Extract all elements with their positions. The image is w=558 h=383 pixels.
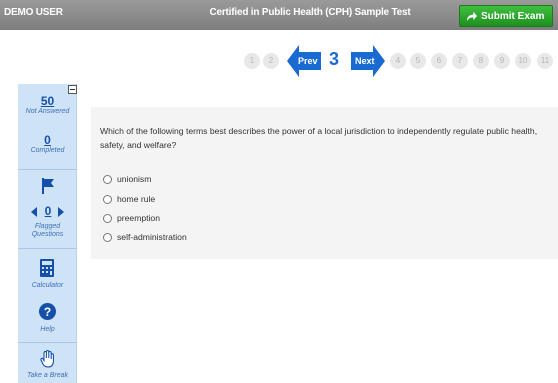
calculator-label-block: Calculator xyxy=(18,282,77,290)
questions-label: Questions xyxy=(31,231,64,238)
completed-count[interactable]: 0 xyxy=(18,133,77,147)
completed-block[interactable]: 0 Completed xyxy=(18,133,77,155)
page-8-button[interactable]: 8 xyxy=(473,53,489,69)
answer-option[interactable]: unionism xyxy=(103,173,151,185)
answer-option[interactable]: self-administration xyxy=(103,231,187,243)
radio-button[interactable] xyxy=(103,213,112,223)
answer-option-label: preemption xyxy=(117,213,160,223)
not-answered-label: Not Answered xyxy=(25,108,70,115)
answer-option[interactable]: home rule xyxy=(103,193,155,205)
page-4-button[interactable]: 4 xyxy=(390,53,406,69)
help-label-block: Help xyxy=(18,326,77,334)
next-button[interactable]: Next xyxy=(351,45,385,77)
radio-button[interactable] xyxy=(103,232,112,242)
answer-option-label: self-administration xyxy=(117,232,187,242)
page-11-button[interactable]: 11 xyxy=(537,53,553,69)
flag-icon[interactable] xyxy=(41,178,55,194)
flagged-label-block: Flagged Questions xyxy=(18,223,77,239)
previous-flagged-arrow-icon[interactable] xyxy=(31,207,37,217)
completed-label: Completed xyxy=(30,147,65,154)
not-answered-count[interactable]: 50 xyxy=(18,94,77,108)
radio-button[interactable] xyxy=(103,174,112,184)
page-7-button[interactable]: 7 xyxy=(452,53,468,69)
calculator-icon[interactable] xyxy=(40,259,54,277)
sidebar-divider xyxy=(18,169,77,170)
page-2-button[interactable]: 2 xyxy=(263,53,279,69)
radio-button[interactable] xyxy=(103,194,112,204)
page-9-button[interactable]: 9 xyxy=(494,53,510,69)
take-a-break-label: Take a Break xyxy=(27,372,68,379)
answer-option[interactable]: preemption xyxy=(103,212,160,224)
current-page-number: 3 xyxy=(328,49,339,69)
answer-option-label: home rule xyxy=(117,194,156,204)
not-answered-block[interactable]: 50 Not Answered xyxy=(18,94,77,116)
share-arrow-icon xyxy=(466,11,477,21)
collapse-sidebar-button[interactable] xyxy=(68,85,77,94)
sidebar-divider xyxy=(18,248,77,249)
next-flagged-arrow-icon[interactable] xyxy=(58,207,64,217)
top-bar: DEMO USER Certified in Public Health (CP… xyxy=(0,0,558,30)
prev-button[interactable]: Prev xyxy=(287,45,321,77)
answer-option-label: unionism xyxy=(117,174,152,184)
help-icon[interactable]: ? xyxy=(39,303,56,320)
question-pagination: 1 2 Prev 3 Next 4 5 6 7 8 9 10 11 xyxy=(0,44,558,80)
break-label-block: Take a Break xyxy=(18,372,77,380)
flagged-navigator: 0 xyxy=(18,204,77,219)
page-1-button[interactable]: 1 xyxy=(244,53,260,69)
svg-text:?: ? xyxy=(44,305,51,319)
calculator-label: Calculator xyxy=(31,282,64,289)
question-text: Which of the following terms best descri… xyxy=(100,126,538,150)
help-label: Help xyxy=(40,326,55,333)
prev-label: Prev xyxy=(298,56,318,66)
submit-exam-label: Submit Exam xyxy=(481,10,545,22)
flagged-label: Flagged xyxy=(34,223,61,230)
hand-icon[interactable] xyxy=(40,350,55,368)
page-10-button[interactable]: 10 xyxy=(515,53,531,69)
sidebar-divider xyxy=(18,342,77,343)
next-label: Next xyxy=(355,56,375,66)
page-5-button[interactable]: 5 xyxy=(410,53,426,69)
page-6-button[interactable]: 6 xyxy=(431,53,447,69)
submit-exam-button[interactable]: Submit Exam xyxy=(459,5,553,27)
flagged-count[interactable]: 0 xyxy=(39,204,57,218)
